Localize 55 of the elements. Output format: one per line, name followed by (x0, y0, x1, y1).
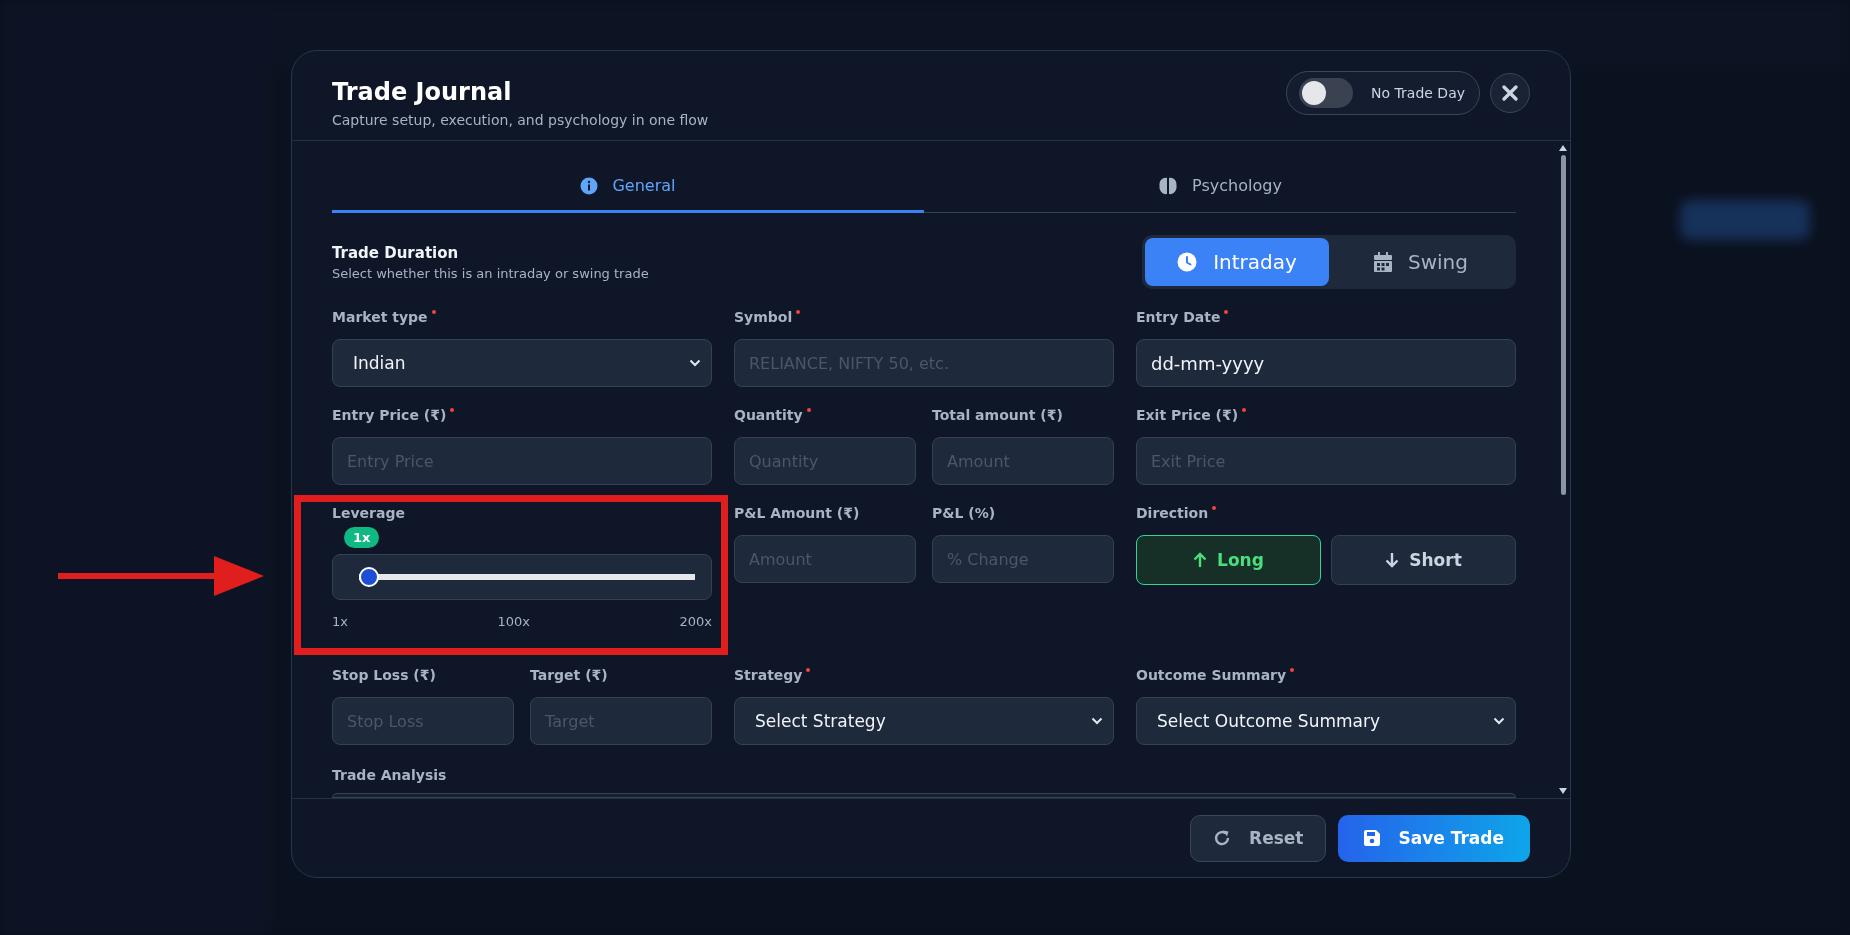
save-button[interactable]: Save Trade (1338, 814, 1530, 862)
field-label: Exit Price (₹) (1136, 407, 1239, 423)
tick-label: 1x (332, 614, 348, 629)
field-label: Outcome Summary (1136, 667, 1287, 683)
chevron-down-icon (1493, 717, 1505, 725)
arrow-up-icon (1193, 552, 1208, 568)
duration-option[interactable]: Swing (1329, 238, 1513, 286)
close-button[interactable] (1490, 72, 1530, 113)
direction-button[interactable]: Long (1136, 535, 1321, 585)
field-label: Entry Date (1136, 309, 1221, 325)
arrow-down-icon (1385, 552, 1400, 568)
tick-label: 200x (679, 614, 712, 629)
section-description: Select whether this is an intraday or swing trade (332, 265, 649, 281)
toggle-label: No Trade Day (1371, 84, 1465, 101)
select-field[interactable]: Select Outcome Summary (1136, 697, 1516, 745)
field-label: Trade Analysis (332, 767, 448, 783)
field-label: Market type (332, 309, 428, 325)
select-field[interactable]: Select Strategy (734, 697, 1114, 745)
field-label: P&L (%) (932, 505, 996, 521)
leverage-badge: 1x (344, 527, 380, 548)
scroll-down-icon[interactable] (1559, 788, 1567, 794)
tab[interactable]: General (332, 161, 924, 213)
field-label: Strategy (734, 667, 803, 683)
scroll-up-icon[interactable] (1559, 145, 1567, 151)
chevron-down-icon (1091, 717, 1103, 725)
tab[interactable]: Psychology (924, 161, 1516, 213)
direction-button[interactable]: Short (1331, 535, 1516, 585)
dialog-subtitle: Capture setup, execution, and psychology in one flow (332, 111, 709, 128)
date-field[interactable]: dd-mm-yyyy (1136, 339, 1516, 387)
clock-icon (1177, 252, 1198, 272)
field-label: Quantity (734, 407, 803, 423)
toggle-switch[interactable] (1299, 77, 1354, 108)
brain-icon (1158, 176, 1179, 195)
no-trade-day-toggle[interactable]: No Trade Day (1286, 70, 1480, 115)
field-label: Direction (1136, 505, 1209, 521)
select-field[interactable]: Indian (332, 339, 712, 387)
field-label: Target (₹) (530, 667, 608, 683)
info-icon (580, 176, 599, 195)
calendar-icon (1374, 252, 1392, 272)
field-label: Total amount (₹) (932, 407, 1063, 423)
slider-thumb[interactable] (359, 567, 379, 587)
field-label: Leverage (332, 505, 405, 521)
reset-button[interactable]: Reset (1190, 814, 1327, 862)
chevron-down-icon (689, 359, 701, 367)
duration-option[interactable]: Intraday (1145, 238, 1329, 286)
save-icon (1364, 830, 1381, 846)
tick-label: 100x (497, 614, 530, 629)
field-label: P&L Amount (₹) (734, 505, 860, 521)
field-label: Symbol (734, 309, 793, 325)
section-title: Trade Duration (332, 243, 460, 262)
reset-icon (1213, 829, 1232, 847)
field-label: Stop Loss (₹) (332, 667, 436, 683)
dialog-title: Trade Journal (332, 77, 513, 106)
field-label: Entry Price (₹) (332, 407, 447, 423)
close-icon (1501, 83, 1519, 102)
